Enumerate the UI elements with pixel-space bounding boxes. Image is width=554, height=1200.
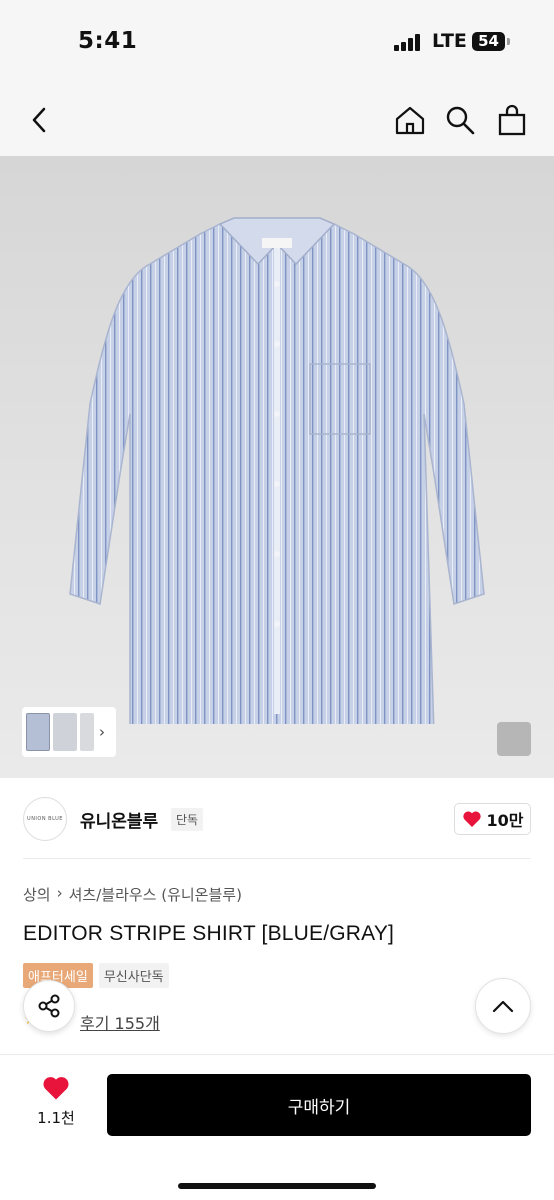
breadcrumb-category[interactable]: 상의 <box>23 884 51 905</box>
heart-icon <box>462 811 481 827</box>
exclusive-badge: 무신사단독 <box>98 963 169 988</box>
brand-row: UNION BLUE 유니온블루 단독 10만 <box>0 778 554 860</box>
network-label: LTE <box>432 30 467 52</box>
breadcrumb: 상의 › 셔츠/블라우스 (유니온블루) <box>23 884 242 905</box>
breadcrumb-separator: › <box>56 884 63 902</box>
status-time: 5:41 <box>78 28 138 54</box>
gallery-thumbnails[interactable]: › <box>22 707 116 757</box>
shirt-illustration <box>69 217 485 724</box>
thumbnail-1[interactable] <box>26 713 50 751</box>
brand-exclusive-tag: 단독 <box>171 808 204 831</box>
search-icon[interactable] <box>440 100 480 140</box>
battery-icon: 54 <box>472 32 505 51</box>
signal-icon <box>394 33 424 51</box>
nav-bar <box>0 84 554 156</box>
buy-button[interactable]: 구매하기 <box>107 1074 531 1136</box>
home-indicator <box>178 1183 376 1189</box>
breadcrumb-subcategory[interactable]: 셔츠/블라우스 (유니온블루) <box>69 884 242 905</box>
product-image[interactable]: › <box>0 156 554 778</box>
product-title: EDITOR STRIPE SHIRT [BLUE/GRAY] <box>23 922 395 945</box>
brand-name[interactable]: 유니온블루 <box>80 807 158 832</box>
review-link[interactable]: 후기 155개 <box>80 1010 160 1034</box>
divider <box>23 858 531 859</box>
shopping-bag-icon[interactable] <box>492 100 532 140</box>
thumbnail-next-icon[interactable]: › <box>99 723 105 741</box>
expand-icon[interactable] <box>497 722 531 756</box>
scroll-top-button[interactable] <box>475 978 531 1034</box>
share-icon <box>38 994 60 1018</box>
share-button[interactable] <box>23 980 75 1032</box>
chevron-up-icon <box>492 1000 514 1013</box>
wish-button[interactable]: 1.1천 <box>30 1075 82 1128</box>
home-icon[interactable] <box>390 100 430 140</box>
thumbnail-3[interactable] <box>80 713 94 751</box>
status-bar: 5:41 LTE 54 <box>0 0 554 84</box>
brand-like-count: 10만 <box>486 811 524 830</box>
wish-count: 1.1천 <box>37 1109 75 1127</box>
brand-like-button[interactable]: 10만 <box>454 803 531 835</box>
thumbnail-2[interactable] <box>53 713 77 751</box>
back-icon[interactable] <box>20 100 60 140</box>
battery-tip <box>507 38 510 45</box>
brand-logo[interactable]: UNION BLUE <box>23 797 67 841</box>
bottom-bar: 1.1천 구매하기 <box>0 1054 554 1200</box>
heart-icon <box>43 1077 69 1100</box>
